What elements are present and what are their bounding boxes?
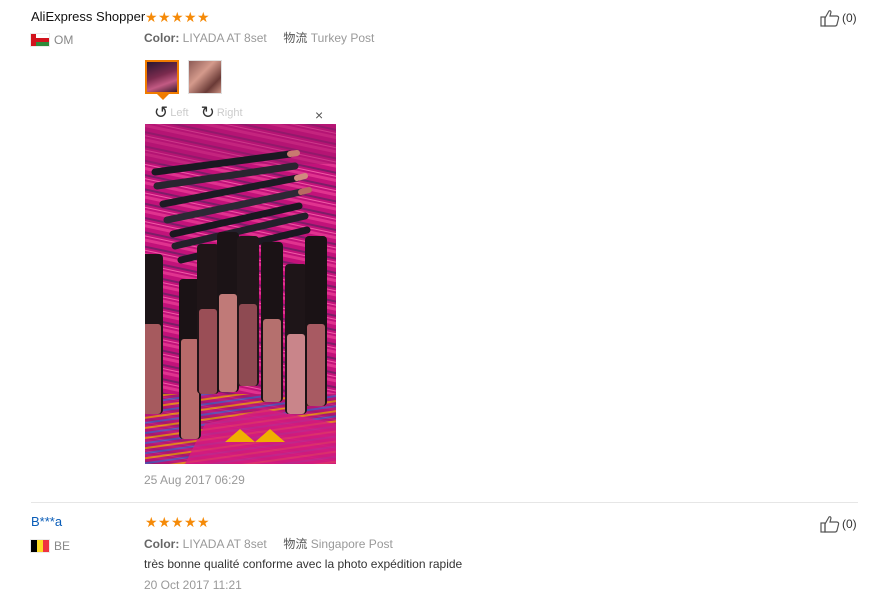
star-icon: ★ — [158, 514, 171, 530]
star-icon: ★ — [184, 514, 197, 530]
review-meta: Color: LIYADA AT 8set 物流 Turkey Post — [144, 29, 374, 46]
rotate-left-icon: ↺ — [154, 103, 169, 122]
review-photo-thumb-2[interactable] — [188, 60, 222, 94]
star-icon: ★ — [184, 9, 197, 25]
color-value: LIYADA AT 8set — [182, 537, 267, 551]
star-icon: ★ — [145, 9, 158, 25]
oman-flag-icon — [31, 34, 49, 46]
review-meta: Color: LIYADA AT 8set 物流 Singapore Post — [144, 535, 393, 552]
country-code: OM — [54, 33, 74, 47]
star-icon: ★ — [171, 514, 184, 530]
shipping-value: Turkey Post — [310, 31, 375, 45]
rotate-left-button[interactable]: ↺ Left — [154, 103, 189, 122]
star-icon: ★ — [158, 9, 171, 25]
review-text: très bonne qualité conforme avec la phot… — [144, 557, 463, 571]
rotate-right-button[interactable]: ↻ Right — [200, 103, 243, 122]
review-photo-large — [145, 124, 336, 464]
belgium-flag-icon — [31, 540, 49, 552]
photo-viewer-toolbar: ↺ Left ↻ Right — [154, 103, 334, 122]
star-icon: ★ — [145, 514, 158, 530]
review-author[interactable]: AliExpress Shopper — [31, 9, 145, 24]
close-viewer-button[interactable]: × — [315, 107, 323, 123]
rotate-right-label: Right — [216, 107, 243, 119]
review-date: 20 Oct 2017 11:21 — [144, 578, 242, 592]
thumbs-up-icon — [820, 10, 840, 27]
lip-products-photo — [145, 124, 336, 464]
review-date: 25 Aug 2017 06:29 — [144, 473, 245, 487]
review-photo-thumb-1[interactable] — [145, 60, 179, 94]
reviewer-country: BE — [31, 539, 70, 553]
like-button[interactable]: (0) — [820, 515, 857, 533]
shipping-value: Singapore Post — [310, 537, 393, 551]
star-icon: ★ — [197, 514, 210, 530]
country-code: BE — [54, 539, 71, 553]
thumbs-up-icon — [820, 516, 840, 533]
color-label: Color: — [144, 537, 180, 551]
review-author[interactable]: B***a — [31, 514, 62, 529]
color-value: LIYADA AT 8set — [182, 31, 267, 45]
shipping-label: 物流 — [283, 31, 308, 45]
like-count: (0) — [842, 11, 857, 25]
like-button[interactable]: (0) — [820, 9, 857, 27]
star-icon: ★ — [197, 9, 210, 25]
star-icon: ★ — [171, 9, 184, 25]
review-divider — [31, 502, 858, 503]
color-label: Color: — [144, 31, 180, 45]
rating-stars: ★ ★ ★ ★ ★ — [145, 10, 210, 24]
rating-stars: ★ ★ ★ ★ ★ — [145, 515, 210, 529]
rotate-left-label: Left — [170, 107, 189, 119]
active-thumb-caret — [157, 94, 169, 100]
shipping-label: 物流 — [283, 537, 308, 551]
reviewer-country: OM — [31, 33, 73, 47]
rotate-right-icon: ↻ — [200, 103, 215, 122]
like-count: (0) — [842, 517, 857, 531]
